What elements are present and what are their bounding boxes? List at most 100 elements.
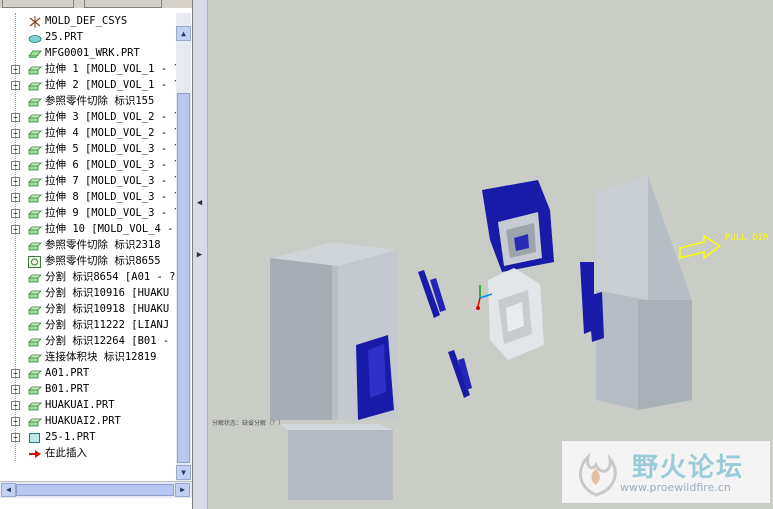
- tree-item-label: 分割 标识12264 [B01 -: [45, 335, 170, 347]
- extrude-icon: [28, 128, 42, 139]
- scroll-thumb[interactable]: [177, 93, 190, 463]
- tree-item[interactable]: 分割 标识12264 [B01 -: [0, 333, 176, 349]
- extrude-icon: [28, 96, 42, 107]
- tree-item[interactable]: + B01.PRT: [0, 381, 176, 397]
- tree-item[interactable]: + 拉伸 3 [MOLD_VOL_2 - ?: [0, 109, 176, 125]
- tree-item-label: 25-1.PRT: [45, 431, 96, 443]
- extrude-icon: [28, 320, 42, 331]
- extrude-icon: [28, 64, 42, 75]
- tree-item[interactable]: 分割 标识10918 [HUAKU: [0, 301, 176, 317]
- tree-toolbar-button-right[interactable]: [84, 0, 162, 8]
- tree-item[interactable]: 分割 标识10916 [HUAKU: [0, 285, 176, 301]
- model-tree-panel: MOLD_DEF_CSYS 25.PRT MFG0001_WRK.PRT + 拉伸 1 …: [0, 0, 193, 509]
- tree-item-label: MOLD_DEF_CSYS: [45, 15, 128, 27]
- tree-item[interactable]: 分割 标识11222 [LIANJ: [0, 317, 176, 333]
- tree-item[interactable]: 参照零件切除 标识155: [0, 93, 176, 109]
- scroll-up-icon[interactable]: ▲: [176, 26, 191, 41]
- tree-item-label: 参照零件切除 标识8655: [45, 255, 161, 267]
- collapse-left-icon[interactable]: ◀: [195, 198, 204, 212]
- tree-connector-line: [15, 13, 16, 461]
- exploded-mold-view: [270, 176, 722, 500]
- explode-state-note: 分解状态：缺省分解（？）: [212, 420, 285, 427]
- tree-item[interactable]: + 拉伸 4 [MOLD_VOL_2 - ?: [0, 125, 176, 141]
- molded-part[interactable]: [488, 268, 544, 360]
- model-tree: MOLD_DEF_CSYS 25.PRT MFG0001_WRK.PRT + 拉伸 1 …: [0, 13, 176, 481]
- tree-item-label: 拉伸 3 [MOLD_VOL_2 - ?: [45, 111, 176, 123]
- refcut-icon: [28, 256, 42, 268]
- tree-item[interactable]: 分割 标识8654 [A01 - ?: [0, 269, 176, 285]
- tree-item-label: 连接体积块 标识12819: [45, 351, 157, 363]
- tree-item-label: 拉伸 8 [MOLD_VOL_3 - ?: [45, 191, 176, 203]
- forum-watermark: 野火论坛 www.proewildfire.cn: [562, 441, 770, 503]
- pull-direction-label: PULL DIR: [725, 233, 769, 243]
- extrude-icon: [28, 112, 42, 123]
- tree-horizontal-scrollbar[interactable]: ◀ ▶: [0, 481, 192, 498]
- extrude-icon: [28, 368, 42, 379]
- core-block-right[interactable]: [580, 176, 692, 410]
- tree-item[interactable]: + 拉伸 7 [MOLD_VOL_3 - ?: [0, 173, 176, 189]
- tree-item-label: 参照零件切除 标识2318: [45, 239, 161, 251]
- tree-item[interactable]: + 拉伸 10 [MOLD_VOL_4 -: [0, 221, 176, 237]
- csys-icon: [28, 16, 42, 28]
- tree-item[interactable]: + HUAKUAI.PRT: [0, 397, 176, 413]
- extrude-icon: [28, 176, 42, 187]
- extrude-icon: [28, 224, 42, 235]
- extrude-icon: [28, 288, 42, 299]
- watermark-title: 野火论坛: [632, 453, 745, 483]
- tree-item-label: 拉伸 2 [MOLD_VOL_1 - ?: [45, 79, 176, 91]
- tree-item-label: 拉伸 5 [MOLD_VOL_3 - ?: [45, 143, 176, 155]
- tree-item[interactable]: + 拉伸 1 [MOLD_VOL_1 - ?: [0, 61, 176, 77]
- expand-right-icon[interactable]: ▶: [195, 250, 204, 264]
- tree-toolbar: [0, 0, 192, 8]
- extrude-icon: [28, 80, 42, 91]
- tree-item-label: 分割 标识10916 [HUAKU: [45, 287, 170, 299]
- watermark-url: www.proewildfire.cn: [620, 481, 731, 494]
- tree-item-label: 参照零件切除 标识155: [45, 95, 155, 107]
- tree-item[interactable]: 参照零件切除 标识8655: [0, 253, 176, 269]
- tree-item-label: 拉伸 7 [MOLD_VOL_3 - ?: [45, 175, 176, 187]
- tree-item[interactable]: + 拉伸 8 [MOLD_VOL_3 - ?: [0, 189, 176, 205]
- tree-item[interactable]: + 拉伸 6 [MOLD_VOL_3 - ?: [0, 157, 176, 173]
- horizontal-scroll-thumb[interactable]: [16, 484, 174, 496]
- tree-item[interactable]: 在此插入: [0, 445, 176, 461]
- scroll-down-icon[interactable]: ▼: [176, 465, 191, 480]
- tree-item[interactable]: + HUAKUAI2.PRT: [0, 413, 176, 429]
- slider-plates[interactable]: [418, 270, 472, 398]
- insert-arrow-icon: [28, 448, 42, 458]
- panel-splitter[interactable]: ◀ ▶: [193, 0, 208, 509]
- tree-item[interactable]: + 拉伸 2 [MOLD_VOL_1 - ?: [0, 77, 176, 93]
- workpiece-icon: [28, 48, 42, 58]
- extrude-icon: [28, 304, 42, 315]
- tree-item-label: MFG0001_WRK.PRT: [45, 47, 140, 59]
- extrude-icon: [28, 400, 42, 411]
- tree-item-label: 25.PRT: [45, 31, 83, 43]
- extrude-icon: [28, 272, 42, 283]
- cavity-plate-left[interactable]: [280, 424, 393, 500]
- extrude-icon: [28, 192, 42, 203]
- pull-direction-arrow: [679, 234, 722, 260]
- scroll-left-icon[interactable]: ◀: [1, 483, 16, 497]
- tree-item[interactable]: 连接体积块 标识12819: [0, 349, 176, 365]
- graphics-viewport[interactable]: [208, 0, 773, 509]
- tree-toolbar-button-left[interactable]: [2, 0, 74, 8]
- tree-item-label: 分割 标识10918 [HUAKU: [45, 303, 170, 315]
- tree-item[interactable]: +25-1.PRT: [0, 429, 176, 445]
- tree-vertical-scrollbar[interactable]: ▲ ▼: [176, 13, 191, 481]
- extrude-icon: [28, 208, 42, 219]
- scroll-right-icon[interactable]: ▶: [175, 483, 190, 497]
- tree-item-label: 拉伸 10 [MOLD_VOL_4 -: [45, 223, 174, 235]
- cavity-block-left[interactable]: [270, 242, 398, 420]
- extrude-icon: [28, 160, 42, 171]
- tree-item[interactable]: 参照零件切除 标识2318: [0, 237, 176, 253]
- cube-icon: [28, 432, 42, 443]
- tree-item[interactable]: + A01.PRT: [0, 365, 176, 381]
- core-insert-top[interactable]: [482, 180, 554, 272]
- tree-item[interactable]: + 拉伸 5 [MOLD_VOL_3 - ?: [0, 141, 176, 157]
- tree-item[interactable]: 25.PRT: [0, 29, 176, 45]
- tree-item[interactable]: MOLD_DEF_CSYS: [0, 13, 176, 29]
- tree-item-label: 分割 标识11222 [LIANJ: [45, 319, 170, 331]
- tree-item[interactable]: MFG0001_WRK.PRT: [0, 45, 176, 61]
- tree-item[interactable]: + 拉伸 9 [MOLD_VOL_3 - ?: [0, 205, 176, 221]
- tree-item-label: 在此插入: [45, 447, 87, 459]
- tree-item-label: A01.PRT: [45, 367, 90, 379]
